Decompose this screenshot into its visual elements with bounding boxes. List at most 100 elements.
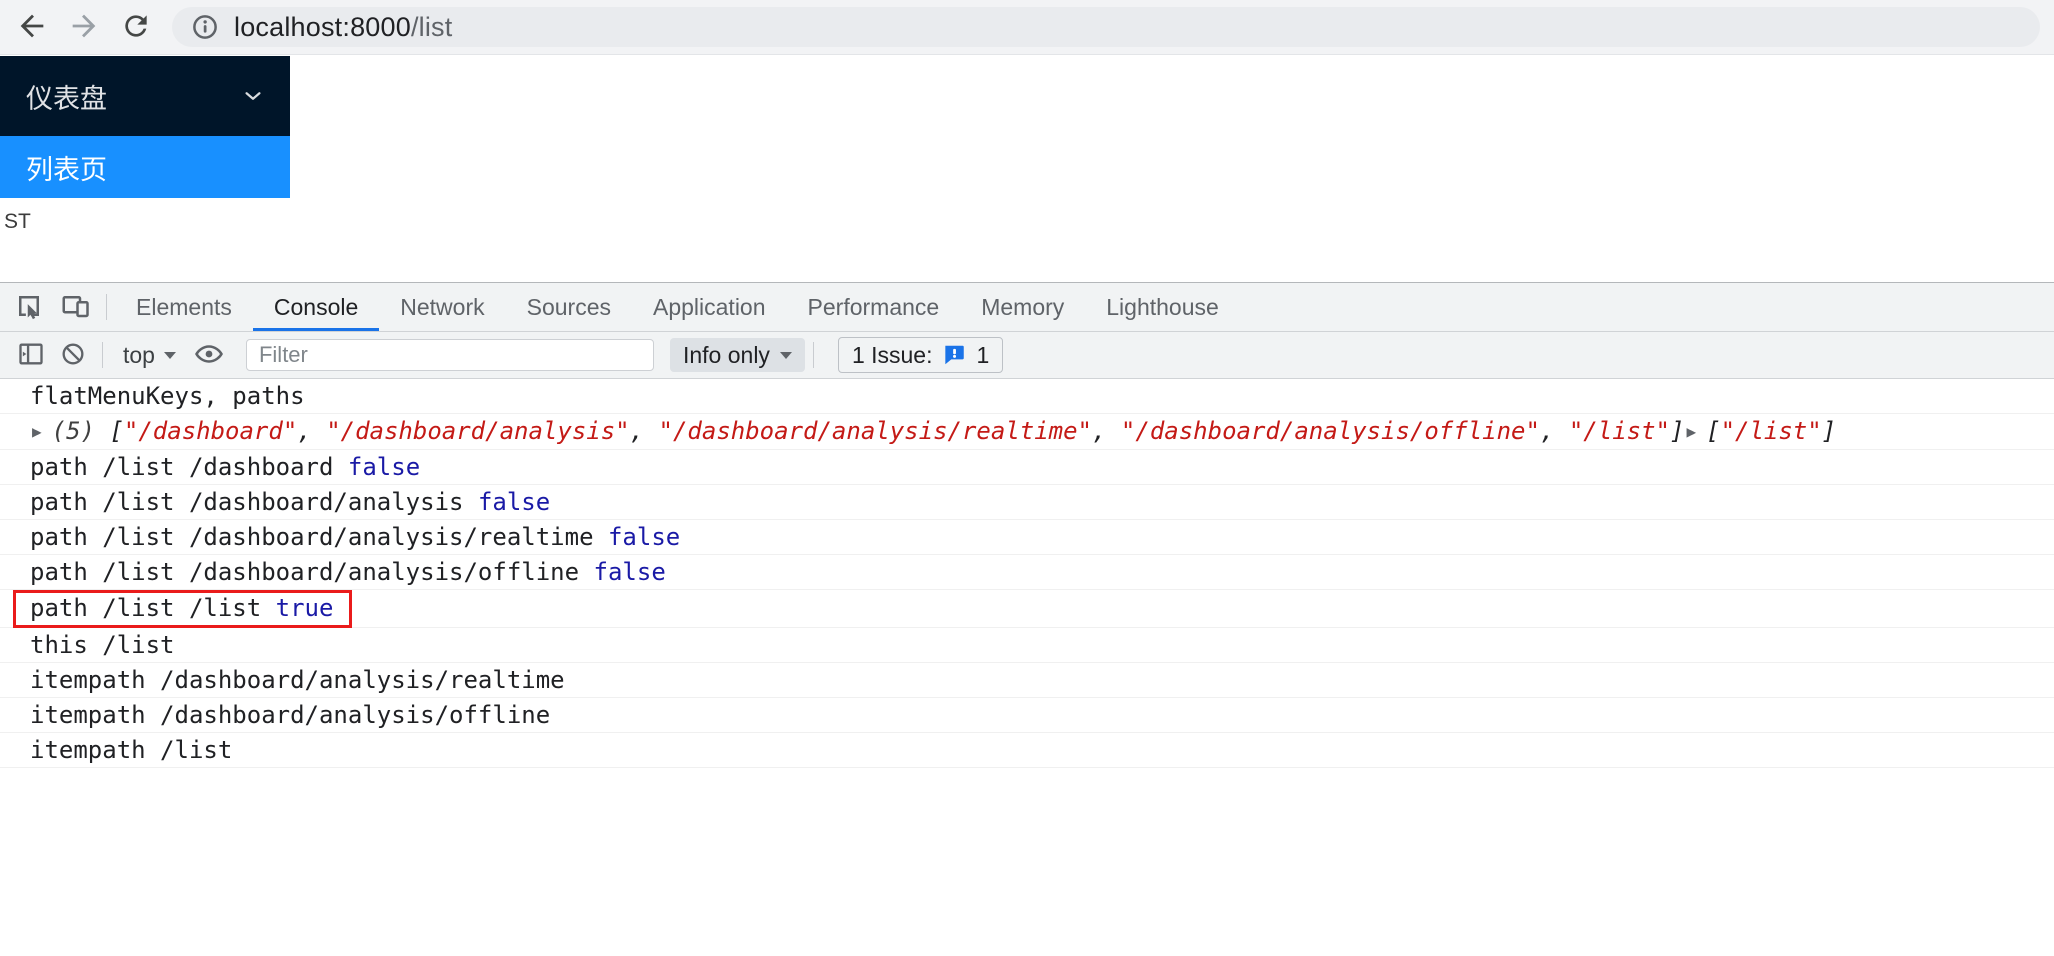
console-text-segment: itempath /dashboard/analysis/offline	[30, 701, 551, 729]
expand-arrow-icon[interactable]: ▶	[32, 422, 42, 441]
console-text-segment: ,	[1092, 417, 1121, 445]
toolbar-divider	[812, 342, 814, 368]
console-text-segment: false	[347, 453, 421, 481]
console-text-segment: false	[593, 558, 666, 586]
sidebar-menu: 仪表盘 列表页	[0, 56, 290, 198]
console-text-segment: false	[477, 488, 551, 516]
menu-submenu-dashboard[interactable]: 仪表盘	[0, 56, 290, 136]
console-message: this /list	[0, 628, 2054, 663]
devtools-tabbar: Elements Console Network Sources Applica…	[0, 283, 2054, 332]
forward-button[interactable]	[58, 4, 110, 50]
url-host: localhost:8000	[234, 11, 411, 42]
log-levels-dropdown[interactable]: Info only	[669, 338, 805, 372]
tab-network[interactable]: Network	[379, 283, 505, 331]
toolbar-divider	[102, 342, 103, 368]
console-text-segment: "/dashboard/analysis"	[326, 417, 630, 445]
dropdown-arrow-icon	[163, 351, 176, 359]
console-message: path /list /dashboard/analysis/offline f…	[0, 555, 2054, 590]
inspect-element-button[interactable]	[6, 283, 52, 331]
tab-sources[interactable]: Sources	[506, 283, 632, 331]
reload-button[interactable]	[110, 4, 162, 50]
console-sidebar-icon	[17, 340, 45, 371]
expand-arrow-icon[interactable]: ▶	[1686, 422, 1696, 441]
console-message: itempath /list	[0, 733, 2054, 768]
address-bar[interactable]: localhost:8000/list	[172, 7, 2040, 47]
filter-input[interactable]	[245, 339, 654, 371]
console-message-text: itempath /dashboard/analysis/realtime	[30, 666, 565, 694]
console-text-segment: ]	[1821, 417, 1837, 445]
tab-elements[interactable]: Elements	[115, 283, 253, 331]
console-text-segment: this /list	[30, 631, 175, 659]
console-message-text: flatMenuKeys, paths	[30, 382, 305, 410]
device-toolbar-button[interactable]	[52, 283, 98, 331]
screen: localhost:8000/list 仪表盘 列表页 ST Elements …	[0, 0, 2054, 956]
console-text-segment: path /list /dashboard	[30, 453, 348, 481]
clear-console-icon	[59, 340, 87, 371]
reload-icon	[120, 10, 152, 45]
console-text-segment: "/list"	[1720, 417, 1822, 445]
console-text-segment: path /list /dashboard/analysis/realtime	[30, 523, 608, 551]
inspect-cursor-icon	[14, 291, 44, 324]
url-path: /list	[410, 11, 453, 42]
console-message-text: itempath /list	[30, 736, 232, 764]
chevron-down-icon	[242, 85, 264, 107]
clear-console-button[interactable]	[52, 332, 94, 378]
console-text-segment: ]	[1670, 417, 1685, 445]
issues-count: 1	[976, 341, 990, 368]
console-text-segment: ,	[297, 417, 327, 445]
console-message-text: path /list /dashboard/analysis/realtime …	[30, 523, 680, 551]
browser-toolbar: localhost:8000/list	[0, 0, 2054, 55]
console-text-segment: "/dashboard/analysis/offline"	[1120, 417, 1540, 445]
url-text: localhost:8000/list	[234, 12, 452, 43]
console-messages: flatMenuKeys, paths ▶ (5) ["/dashboard", "…	[0, 379, 2054, 956]
dropdown-arrow-icon	[779, 351, 792, 359]
console-text-segment: path /list /dashboard/analysis	[30, 488, 478, 516]
console-text-segment: [	[109, 417, 124, 445]
console-text-segment: flatMenuKeys, paths	[30, 382, 305, 410]
console-message-text: ▶ (5) ["/dashboard", "/dashboard/analysis…	[30, 417, 1836, 445]
back-button[interactable]	[6, 4, 58, 50]
console-message-text: path /list /list true	[13, 590, 353, 628]
live-expression-button[interactable]	[188, 332, 230, 378]
console-text-segment: itempath /dashboard/analysis/realtime	[30, 666, 565, 694]
console-text-segment: [	[1706, 417, 1721, 445]
console-message: flatMenuKeys, paths	[0, 379, 2054, 414]
console-message-text: itempath /dashboard/analysis/offline	[30, 701, 550, 729]
console-message: path /list /dashboard false	[0, 450, 2054, 485]
console-message-text: path /list /dashboard/analysis/offline f…	[30, 558, 666, 586]
info-icon[interactable]	[190, 12, 220, 42]
console-text-segment: false	[607, 523, 681, 551]
menu-item-list[interactable]: 列表页	[0, 136, 290, 198]
devtools-panel: Elements Console Network Sources Applica…	[0, 282, 2054, 956]
console-text-segment: itempath /list	[30, 736, 233, 764]
console-text-segment: true	[275, 594, 334, 622]
console-toolbar: top Info only 1 Issue: 1	[0, 332, 2054, 379]
back-arrow-icon	[15, 9, 49, 46]
console-message-text: path /list /dashboard/analysis false	[30, 488, 550, 516]
toolbar-divider	[106, 294, 107, 320]
console-text-segment: "/dashboard"	[123, 417, 298, 445]
console-message: path /list /dashboard/analysis false	[0, 485, 2054, 520]
log-levels-label: Info only	[682, 341, 770, 368]
forward-arrow-icon	[67, 9, 101, 46]
console-message: path /list /list true	[0, 590, 2054, 628]
page-text: ST	[4, 210, 31, 233]
tab-lighthouse[interactable]: Lighthouse	[1085, 283, 1240, 331]
console-text-segment: path /list /list	[30, 594, 276, 622]
console-text-segment: "/list"	[1568, 417, 1671, 445]
tab-memory[interactable]: Memory	[960, 283, 1085, 331]
tab-application[interactable]: Application	[632, 283, 787, 331]
console-message: path /list /dashboard/analysis/realtime …	[0, 520, 2054, 555]
issues-label: 1 Issue:	[851, 341, 933, 368]
console-text-segment: path /list /dashboard/analysis/offline	[30, 558, 594, 586]
context-selector[interactable]: top	[111, 342, 188, 369]
console-text-segment: "/dashboard/analysis/realtime"	[658, 417, 1093, 445]
console-text-segment: ,	[1539, 417, 1569, 445]
tab-console[interactable]: Console	[253, 283, 379, 331]
tab-performance[interactable]: Performance	[787, 283, 961, 331]
console-sidebar-button[interactable]	[10, 332, 52, 378]
issues-button[interactable]: 1 Issue: 1	[837, 337, 1004, 373]
page-content: 仪表盘 列表页 ST	[0, 56, 2054, 282]
console-message-text: this /list	[30, 631, 175, 659]
console-message-text: path /list /dashboard false	[30, 453, 420, 481]
